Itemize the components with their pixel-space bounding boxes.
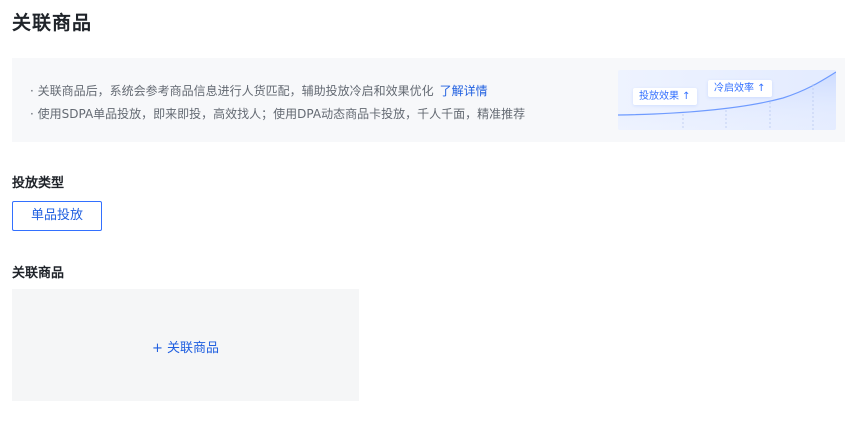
delivery-type-label: 投放类型 [12,176,65,191]
coldstart-up-tag: 冷启效率 ↑ [708,80,772,97]
add-linked-product-label: + 关联商品 [151,341,220,356]
linked-products-label: 关联商品 [12,266,65,281]
info-line-1-text: · 关联商品后，系统会参考商品信息进行人货匹配，辅助投放冷启和效果优化 [30,84,434,98]
info-banner: · 关联商品后，系统会参考商品信息进行人货匹配，辅助投放冷启和效果优化 了解详情 … [12,58,845,142]
page-title: 关联商品 [12,12,93,34]
add-linked-product-button[interactable]: + 关联商品 [12,289,359,401]
single-product-delivery-option[interactable]: 单品投放 [12,201,102,231]
learn-more-link[interactable]: 了解详情 [440,84,488,98]
effect-illustration: 投放效果 ↑ 冷启效率 ↑ [618,70,836,130]
effect-up-tag: 投放效果 ↑ [633,88,697,105]
info-line-1: · 关联商品后，系统会参考商品信息进行人货匹配，辅助投放冷启和效果优化 了解详情 [30,82,488,99]
info-line-2: · 使用SDPA单品投放，即来即投，高效找人；使用DPA动态商品卡投放，千人千面… [30,107,526,121]
